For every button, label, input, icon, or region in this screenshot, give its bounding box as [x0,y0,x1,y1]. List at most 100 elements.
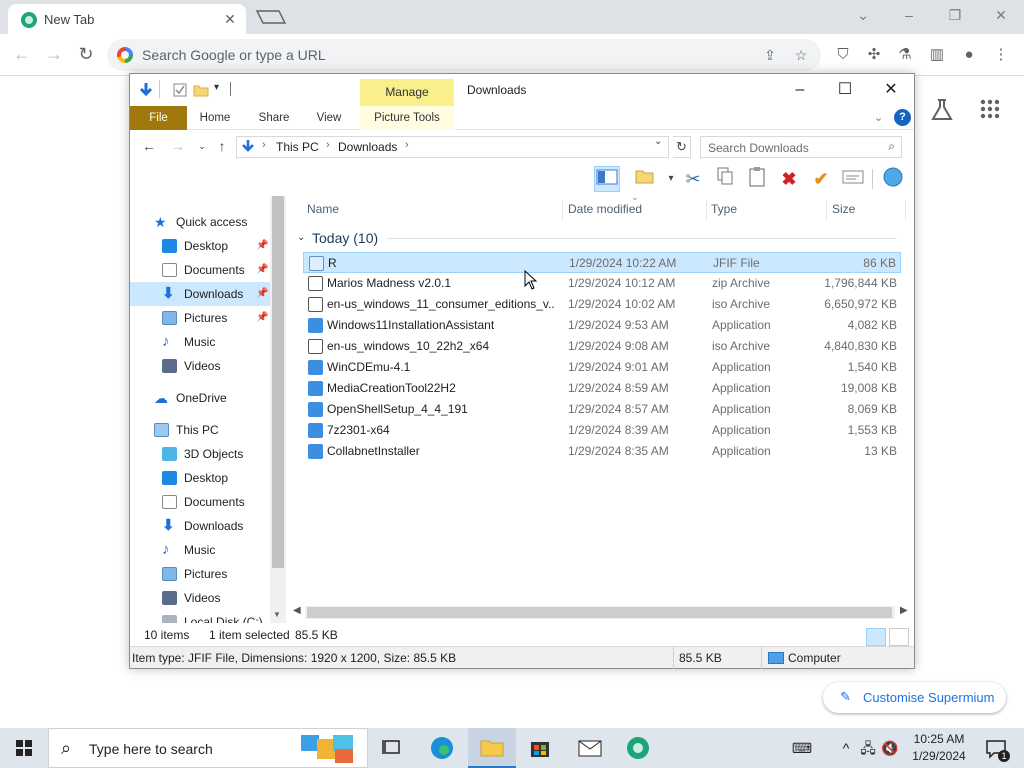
browser-minimize-button[interactable]: – [895,4,923,26]
taskbar-edge[interactable] [418,728,466,768]
side-panel-icon[interactable]: ▥ [926,44,948,66]
extensions-puzzle-icon[interactable]: ✣ [863,44,885,66]
tab-close-icon[interactable]: ✕ [220,9,240,29]
manage-context-tab[interactable]: Manage [360,79,454,107]
column-name[interactable]: Name [307,198,339,220]
breadcrumb-this-pc[interactable]: This PC [276,140,319,154]
taskbar-clock[interactable]: 10:25 AM 1/29/2024 [900,731,978,765]
help-icon[interactable]: ? [894,109,911,126]
globe-network-icon[interactable] [880,166,906,192]
share-icon[interactable]: ⇪ [760,45,780,65]
column-divider[interactable] [562,200,563,220]
taskbar-file-explorer[interactable] [468,728,516,768]
taskbar-browser[interactable] [614,728,662,768]
horizontal-scrollbar[interactable]: ◀ ▶ [287,604,914,621]
group-collapse-icon[interactable]: ⌄ [297,232,305,243]
ribbon-tab-view[interactable]: View [308,106,350,130]
volume-muted-icon[interactable]: 🔇 [880,728,900,768]
search-highlight-puzzle-icon[interactable] [297,731,361,767]
large-icons-view-button[interactable] [889,628,909,646]
qat-dropdown-icon[interactable]: ▾ [214,82,230,98]
show-hidden-icons-chevron-icon[interactable]: ^ [836,728,856,768]
ribbon-expand-icon[interactable]: ⌄ [874,111,883,124]
task-view-button[interactable] [368,728,416,768]
file-row[interactable]: WinCDEmu-4.1 1/29/2024 9:01 AM Application… [303,357,901,378]
column-divider[interactable] [826,200,827,220]
bookmark-star-icon[interactable]: ☆ [791,45,811,65]
file-row[interactable]: Windows11InstallationAssistant 1/29/2024 … [303,315,901,336]
new-tab-button[interactable] [254,7,288,27]
file-row[interactable]: R 1/29/2024 10:22 AM JFIF File 86 KB [303,252,901,273]
address-history-dropdown[interactable]: ⌄ [654,136,662,147]
tab-search-icon[interactable]: ⌄ [849,4,877,26]
file-row[interactable]: en-us_windows_10_22h2_x64 1/29/2024 9:08 … [303,336,901,357]
ribbon-tab-picture-tools[interactable]: Picture Tools [360,106,454,130]
network-icon[interactable]: 🖧 [858,728,878,768]
ribbon-tab-file[interactable]: File [130,106,187,130]
new-folder-icon[interactable] [193,82,209,98]
preview-pane-button[interactable] [594,166,620,192]
apps-grid-icon[interactable] [980,99,1000,119]
copy-icon[interactable] [712,166,738,192]
properties-checkmark-icon[interactable] [172,82,188,98]
file-row[interactable]: MediaCreationTool22H2 1/29/2024 8:59 AM Ap… [303,378,901,399]
browser-close-button[interactable]: ✕ [987,4,1015,26]
ribbon-tab-home[interactable]: Home [192,106,238,130]
rename-check-icon[interactable]: ✔ [808,166,834,192]
column-size[interactable]: Size [832,198,855,220]
reload-button[interactable]: ↻ [75,44,97,66]
search-downloads-input[interactable]: Search Downloads ⌕ [700,136,902,158]
nav-quick-downloads[interactable]: ⬇ Downloads 📌 [130,282,270,306]
paste-icon[interactable] [744,166,770,192]
explorer-minimize-button[interactable]: – [777,77,823,103]
properties-icon[interactable] [840,166,866,192]
explorer-back-button[interactable]: ← [140,137,158,155]
file-type: JFIF File [713,256,760,270]
nav-scrollbar-thumb[interactable] [272,196,284,568]
file-row[interactable]: CollabnetInstaller 1/29/2024 8:35 AM Appli… [303,441,901,462]
file-row[interactable]: en-us_windows_11_consumer_editions_v... 1… [303,294,901,315]
file-row[interactable]: 7z2301-x64 1/29/2024 8:39 AM Application 1,… [303,420,901,441]
address-bar[interactable]: › This PC › Downloads › [236,136,669,158]
forward-button[interactable]: → [43,44,65,66]
taskbar-store[interactable] [516,728,564,768]
file-row[interactable]: Marios Madness v2.0.1 1/29/2024 10:12 AM z… [303,273,901,294]
start-button[interactable] [0,728,48,768]
delete-x-icon[interactable]: ✖ [776,166,802,192]
hscroll-thumb[interactable] [307,607,892,618]
explorer-close-button[interactable]: ✕ [868,77,914,103]
breadcrumb-downloads[interactable]: Downloads [338,140,397,154]
column-divider[interactable] [905,200,906,220]
scroll-left-arrow-icon[interactable]: ◀ [293,605,301,616]
keyboard-touch-icon[interactable]: ⌨ [786,728,818,768]
taskbar-search-box[interactable]: ⌕ Type here to search [48,728,368,768]
lab-extension-icon[interactable]: ⚗ [894,44,916,66]
file-row[interactable]: OpenShellSetup_4_4_191 1/29/2024 8:57 AM A… [303,399,901,420]
ribbon-tab-share[interactable]: Share [252,106,296,130]
back-button[interactable]: ← [11,44,33,66]
cut-scissors-icon[interactable]: ✂ [680,166,706,192]
column-type[interactable]: Type [711,198,737,220]
explorer-up-button[interactable]: ↑ [213,137,231,155]
notification-center-button[interactable]: 1 [982,728,1012,768]
labs-flask-icon[interactable] [930,98,954,122]
customise-button[interactable]: ✎ Customise Supermium [823,682,1006,713]
omnibox[interactable]: Search Google or type a URL ⇪ ☆ [107,39,821,71]
refresh-button[interactable]: ↻ [673,136,691,158]
scroll-down-arrow-icon[interactable]: ▼ [273,610,281,619]
explorer-maximize-button[interactable]: ☐ [822,77,868,103]
recent-locations-dropdown[interactable]: ⌄ [193,137,211,155]
details-view-button[interactable] [866,628,886,646]
scroll-right-arrow-icon[interactable]: ▶ [900,605,908,616]
taskbar-mail[interactable] [566,728,614,768]
browser-tab-new-tab[interactable]: New Tab ✕ [8,4,246,34]
nav-pane-scrollbar[interactable]: ▼ [270,196,286,623]
folder-options-button[interactable] [632,166,658,192]
explorer-forward-button[interactable]: → [169,137,187,155]
column-divider[interactable] [706,200,707,220]
group-header-today[interactable]: Today (10) [312,230,378,246]
ublock-shield-icon[interactable]: ⛉ [832,44,854,66]
profile-avatar-icon[interactable]: ● [958,44,980,66]
browser-menu-icon[interactable]: ⋮ [990,44,1012,66]
browser-restore-button[interactable]: ❐ [941,4,969,26]
